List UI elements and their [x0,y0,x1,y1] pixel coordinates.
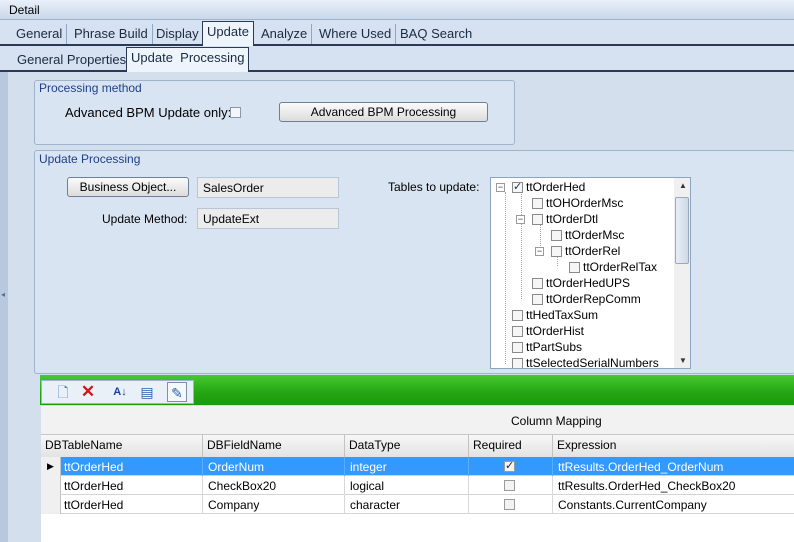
tree-node[interactable]: ttOrderDtl [532,212,598,228]
update-processing-title: Update Processing [39,152,141,166]
tree-scrollbar-thumb[interactable] [675,197,689,264]
advanced-only-checkbox[interactable] [230,107,241,118]
row-selector[interactable] [41,476,61,495]
tab-update-processing[interactable]: Update Processing [126,47,250,72]
tab-display[interactable]: Display [152,24,203,44]
tree-node[interactable]: ttOrderRel [551,244,620,260]
cell-dbtablename[interactable]: ttOrderHed [61,476,203,495]
cell-dbfieldname[interactable]: OrderNum [203,457,345,476]
properties-icon[interactable]: ▤ [137,382,157,402]
column-header-required[interactable]: Required [469,435,553,457]
tab-analyze[interactable]: Analyze [257,24,313,44]
tab-general[interactable]: General [12,24,68,44]
grid-band-header: Column Mapping [41,406,794,435]
new-icon[interactable]: 🗋 [53,382,73,402]
scroll-up-icon[interactable]: ▲ [679,181,687,190]
cell-expression[interactable]: ttResults.OrderHed_OrderNum [553,457,794,476]
tree-checkbox[interactable] [551,246,562,257]
advanced-bpm-processing-button[interactable]: Advanced BPM Processing [279,102,488,122]
cell-required[interactable] [469,457,553,476]
tables-tree[interactable]: − ttOrderHed ttOHOrderMsc − ttOrderDtl t… [490,177,691,369]
tree-checkbox[interactable] [512,326,523,337]
secondary-tab-row: General Properties Update Processing [0,46,794,72]
cell-required[interactable] [469,495,553,514]
required-checkbox[interactable] [504,459,515,472]
delete-icon[interactable]: ✕ [78,382,98,402]
row-selector-icon[interactable]: ▶ [41,457,61,476]
cell-dbfieldname[interactable]: CheckBox20 [203,476,345,495]
update-method-label: Update Method: [102,212,188,226]
tree-node[interactable]: ttHedTaxSum [512,308,598,324]
tree-checkbox[interactable] [532,294,543,305]
column-header-dbfieldname[interactable]: DBFieldName [203,435,345,457]
table-row[interactable]: ttOrderHed Company character Constants.C… [41,495,794,514]
advanced-only-label: Advanced BPM Update only: [65,105,232,120]
required-checkbox[interactable] [504,480,515,491]
tree-checkbox[interactable] [551,230,562,241]
collapse-icon[interactable]: − [516,215,525,224]
tree-checkbox[interactable] [532,278,543,289]
grid-column-header-row: DBTableName DBFieldName DataType Require… [41,435,794,458]
tree-node[interactable]: ttPartSubs [512,340,582,356]
tree-node[interactable]: ttSelectedSerialNumbers [512,356,659,368]
column-header-expression[interactable]: Expression [553,435,794,457]
tree-node[interactable]: ttOrderRepComm [532,292,641,308]
scroll-down-icon[interactable]: ▼ [679,356,687,365]
tab-update[interactable]: Update [202,21,254,46]
row-selector[interactable] [41,495,61,514]
sort-icon[interactable]: A↓ [110,382,130,402]
window-title: Detail [9,3,40,17]
collapse-icon[interactable]: − [496,183,505,192]
tree-node[interactable]: ttOrderRelTax [569,260,657,276]
tree-checkbox[interactable] [532,214,543,225]
cell-dbfieldname[interactable]: Company [203,495,345,514]
tables-to-update-label: Tables to update: [388,180,480,194]
tab-general-properties[interactable]: General Properties [13,50,132,70]
cell-dbtablename[interactable]: ttOrderHed [61,495,203,514]
tree-checkbox[interactable] [512,342,523,353]
tree-node[interactable]: ttOrderMsc [551,228,624,244]
cell-datatype[interactable]: integer [345,457,469,476]
update-method-field[interactable]: UpdateExt [197,208,339,229]
required-checkbox[interactable] [504,499,515,510]
column-mapping-header: Column Mapping [511,414,602,428]
cell-required[interactable] [469,476,553,495]
tree-checkbox[interactable] [512,310,523,321]
tree-node[interactable]: ttOrderHedUPS [532,276,630,292]
tree-checkbox[interactable] [512,358,523,368]
primary-tab-row: General Phrase Build Display Update Anal… [0,20,794,46]
tree-checkbox[interactable] [532,198,543,209]
splitter-grip-icon: ◂ [1,290,6,299]
tab-phrase-build[interactable]: Phrase Build [70,24,153,44]
business-object-button[interactable]: Business Object... [67,177,189,197]
tree-checkbox[interactable] [512,180,523,193]
tab-where-used[interactable]: Where Used [315,24,397,44]
business-object-field[interactable]: SalesOrder [197,177,339,198]
table-row[interactable]: ttOrderHed CheckBox20 logical ttResults.… [41,476,794,495]
cell-dbtablename[interactable]: ttOrderHed [61,457,203,476]
tree-node[interactable]: ttOrderHist [512,324,584,340]
left-splitter[interactable] [0,72,8,542]
tree-node[interactable]: ttOrderHed [512,180,585,196]
cell-datatype[interactable]: character [345,495,469,514]
edit-icon[interactable]: ✎ [167,382,187,402]
column-header-datatype[interactable]: DataType [345,435,469,457]
tree-node[interactable]: ttOHOrderMsc [532,196,623,212]
cell-datatype[interactable]: logical [345,476,469,495]
tree-checkbox[interactable] [569,262,580,273]
processing-method-title: Processing method [39,81,142,95]
column-header-dbtablename[interactable]: DBTableName [41,435,203,457]
window-title-bar: Detail [0,0,794,20]
collapse-icon[interactable]: − [535,247,544,256]
tab-baq-search[interactable]: BAQ Search [396,24,476,44]
cell-expression[interactable]: ttResults.OrderHed_CheckBox20 [553,476,794,495]
table-row[interactable]: ▶ ttOrderHed OrderNum integer ttResults.… [41,457,794,476]
cell-expression[interactable]: Constants.CurrentCompany [553,495,794,514]
